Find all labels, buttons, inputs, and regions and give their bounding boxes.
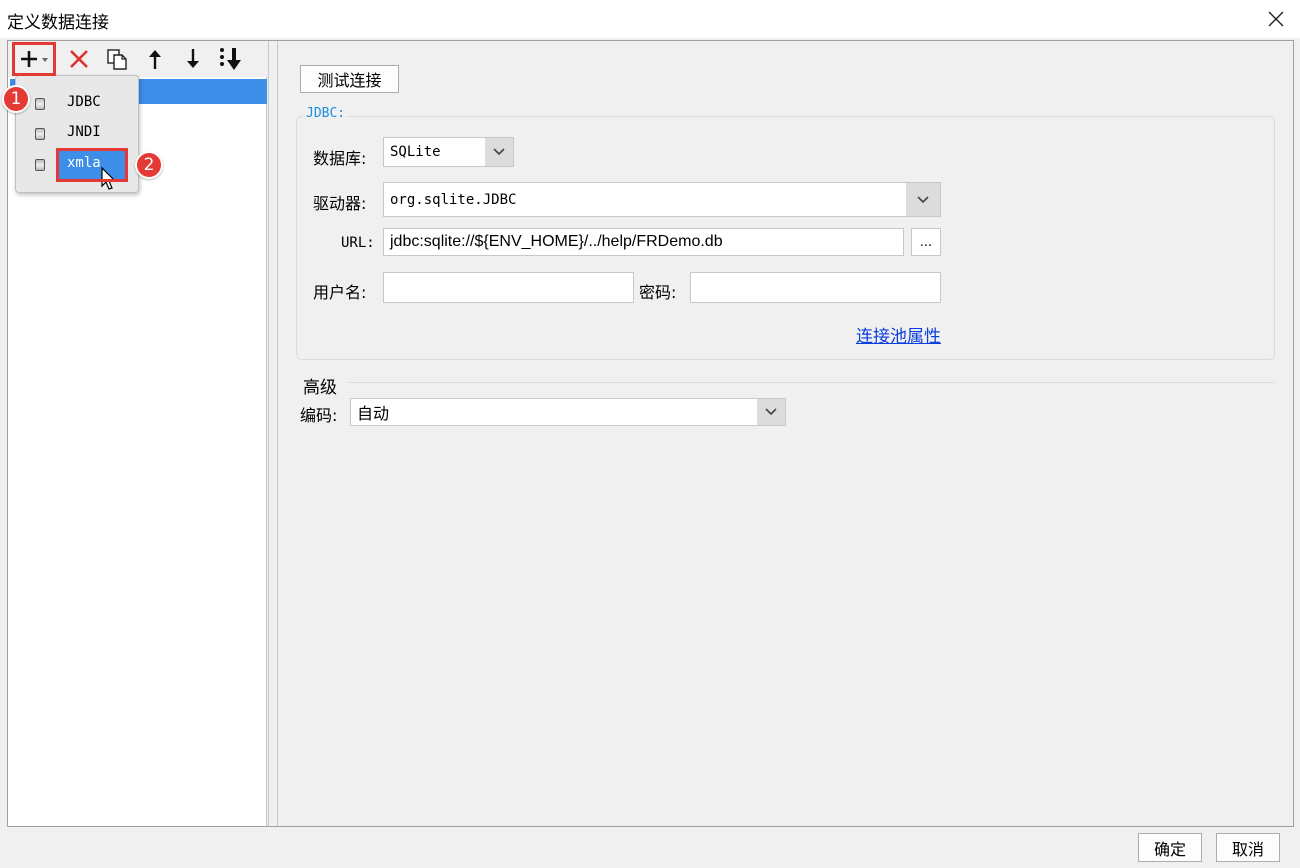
test-connection-button[interactable]: 测试连接	[300, 65, 399, 93]
driver-select[interactable]: org.sqlite.JDBC	[383, 182, 941, 217]
menu-item-jndi[interactable]: JNDI	[15, 119, 139, 149]
arrow-down-icon[interactable]	[181, 45, 205, 73]
encoding-select[interactable]: 自动	[350, 398, 786, 426]
delete-icon[interactable]	[66, 45, 92, 73]
driver-value: org.sqlite.JDBC	[390, 191, 517, 208]
encoding-label: 编码:	[300, 406, 338, 425]
menu-item-jdbc[interactable]: JDBC	[15, 89, 139, 119]
menu-item-label: JNDI	[67, 124, 101, 140]
panel-splitter[interactable]	[268, 41, 278, 826]
database-label: 数据库:	[313, 149, 367, 168]
jdbc-group-title: JDBC:	[303, 106, 349, 121]
chevron-down-icon[interactable]	[485, 138, 513, 166]
database-select[interactable]: SQLite	[383, 137, 514, 167]
chevron-down-icon[interactable]	[906, 183, 940, 216]
close-icon[interactable]	[1262, 5, 1290, 33]
username-input[interactable]	[383, 272, 634, 303]
connection-pool-link[interactable]: 连接池属性	[856, 322, 941, 347]
url-input[interactable]: jdbc:sqlite://${ENV_HOME}/../help/FRDemo…	[383, 228, 904, 256]
annotation-badge-2: 2	[135, 151, 163, 179]
ok-button[interactable]: 确定	[1138, 833, 1202, 862]
database-icon	[35, 128, 45, 140]
database-value: SQLite	[390, 144, 441, 160]
driver-label: 驱动器:	[313, 194, 367, 213]
password-label: 密码:	[639, 283, 677, 302]
arrow-up-icon[interactable]	[143, 45, 167, 73]
annotation-badge-1: 1	[2, 85, 30, 113]
sort-icon[interactable]	[216, 45, 246, 73]
menu-item-label: JDBC	[67, 94, 101, 110]
database-icon	[35, 159, 45, 171]
encoding-value: 自动	[357, 404, 390, 423]
url-label: URL:	[341, 235, 375, 251]
copy-icon[interactable]	[104, 45, 130, 73]
advanced-title: 高级	[303, 378, 337, 398]
cancel-button[interactable]: 取消	[1216, 833, 1280, 862]
window-title: 定义数据连接	[7, 13, 109, 33]
database-icon	[35, 98, 45, 110]
annotation-box-add	[12, 42, 56, 76]
url-browse-button[interactable]: ...	[911, 228, 941, 256]
password-input[interactable]	[690, 272, 941, 303]
chevron-down-icon[interactable]	[757, 399, 785, 425]
title-bar	[0, 0, 1300, 38]
annotation-box-xmla	[56, 148, 128, 182]
advanced-divider	[348, 382, 1275, 383]
username-label: 用户名:	[313, 283, 367, 302]
